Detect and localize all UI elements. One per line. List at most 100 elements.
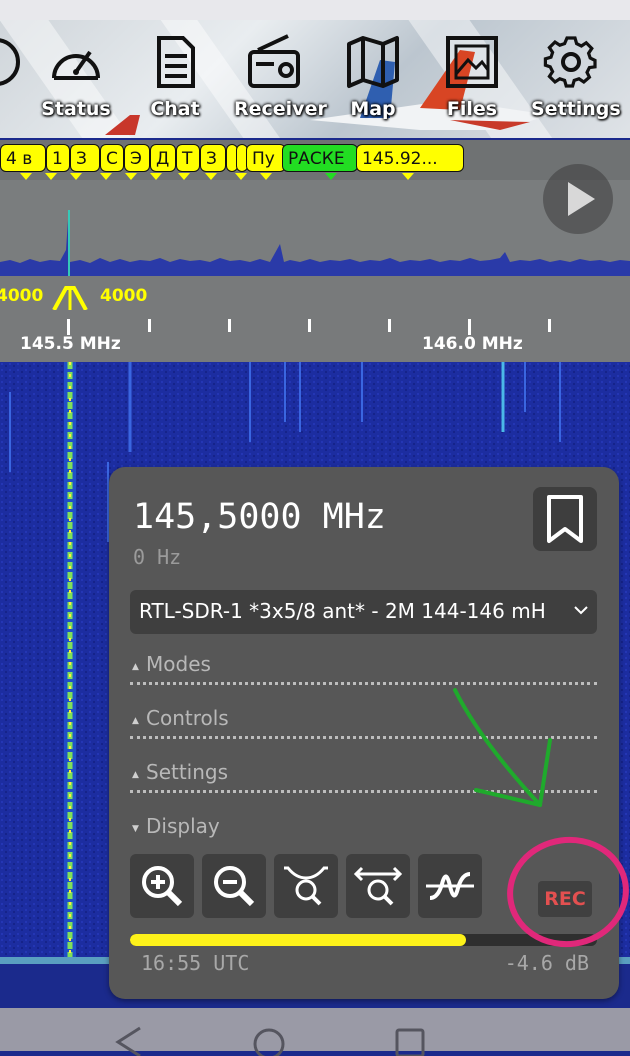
bookmark-pointer: [100, 173, 112, 180]
zoom-center-icon: [353, 866, 403, 906]
collapse-arrow-icon: ▲: [132, 770, 139, 780]
bookmark-bar: 4 в 1 З С Э Д Т З Пу РАСКЕ 145.92...: [0, 140, 630, 180]
bookmark-pointer: [235, 173, 247, 180]
sdr-profile-select[interactable]: RTL-SDR-1 *3x5/8 ant* - 2M 144-146 mH: [130, 590, 597, 634]
frequency-scale[interactable]: 4000 4000 145.5 MHz 146.0 MHz: [0, 276, 630, 362]
signal-level-fill: [130, 934, 467, 946]
receiver-control-panel: 145,5000 MHz 0 Hz RTL-SDR-1 *3x5/8 ant* …: [109, 467, 619, 999]
nav-item-label: Chat: [150, 98, 200, 120]
scale-label-right: 146.0 MHz: [422, 334, 523, 354]
back-icon[interactable]: [112, 1026, 146, 1056]
nav-item-label: Settings: [531, 98, 621, 120]
nav-item-partial[interactable]: [0, 34, 38, 134]
spectrum-toggle-button[interactable]: [418, 854, 482, 918]
nav-item-status[interactable]: Status: [36, 34, 116, 134]
radio-icon: [248, 34, 300, 88]
recents-icon[interactable]: [394, 1026, 428, 1056]
section-display[interactable]: ▼ Display: [130, 814, 597, 844]
collapse-arrow-icon: ▲: [132, 662, 139, 672]
zoom-center-button[interactable]: [346, 854, 410, 918]
bookmark-chip[interactable]: Пу: [246, 144, 286, 172]
spectrum-trace: [0, 210, 630, 276]
zoom-fit-icon: [284, 866, 328, 906]
bookmark-button[interactable]: [533, 487, 597, 551]
utc-clock: 16:55 UTC: [141, 951, 250, 975]
section-modes[interactable]: ▲ Modes: [130, 652, 597, 685]
nav-item-map[interactable]: Map: [333, 34, 413, 134]
bookmark-pointer: [205, 173, 217, 180]
scale-tick: [148, 319, 151, 332]
bookmark-icon: [547, 495, 583, 543]
nav-item-settings[interactable]: Settings: [531, 34, 621, 134]
nav-item-files[interactable]: Files: [432, 34, 512, 134]
bookmark-chip[interactable]: 1: [46, 144, 70, 172]
play-button[interactable]: [543, 164, 613, 234]
partial-icon: [0, 38, 20, 86]
bookmark-chip[interactable]: З: [200, 144, 226, 172]
signal-level-readout: -4.6 dB: [504, 951, 589, 975]
bookmark-chip[interactable]: Э: [124, 144, 150, 172]
play-icon: [568, 182, 595, 216]
nav-item-receiver[interactable]: Receiver: [234, 34, 327, 134]
offset-display: 0 Hz: [133, 545, 182, 569]
nav-item-label: Receiver: [234, 98, 327, 120]
bookmark-chip[interactable]: Д: [150, 144, 176, 172]
bandwidth-right-label: 4000: [100, 286, 148, 306]
chevron-down-icon: [574, 606, 588, 615]
bookmark-pointer: [402, 173, 414, 180]
scale-tick: [67, 319, 70, 335]
zoom-fit-button[interactable]: [274, 854, 338, 918]
image-icon: [446, 36, 498, 88]
bookmark-chip[interactable]: Т: [176, 144, 200, 172]
nav-item-label: Map: [350, 98, 396, 120]
home-icon[interactable]: [252, 1026, 286, 1056]
system-navigation-bar: [0, 1008, 630, 1056]
scale-tick: [468, 319, 471, 335]
spectrum-display[interactable]: [0, 180, 630, 276]
document-icon: [157, 36, 195, 88]
bookmark-pointer: [325, 173, 337, 180]
gear-icon: [543, 36, 597, 88]
sdr-profile-value: RTL-SDR-1 *3x5/8 ant* - 2M 144-146 mH: [139, 599, 546, 623]
zoom-out-button[interactable]: [202, 854, 266, 918]
gauge-icon: [52, 50, 100, 80]
map-icon: [347, 36, 399, 88]
record-button[interactable]: REC: [538, 881, 592, 917]
bookmark-chip[interactable]: С: [100, 144, 124, 172]
scale-tick: [388, 319, 391, 332]
bandwidth-left-label: 4000: [0, 286, 44, 306]
bookmark-chip[interactable]: З: [70, 144, 100, 172]
bookmark-pointer: [178, 173, 190, 180]
scale-label-left: 145.5 MHz: [20, 334, 121, 354]
section-label: Modes: [146, 652, 211, 676]
frequency-display[interactable]: 145,5000 MHz: [133, 497, 386, 537]
nav-item-chat[interactable]: Chat: [135, 34, 215, 134]
section-label: Display: [146, 814, 220, 838]
expand-arrow-icon: ▼: [132, 824, 139, 834]
bookmark-chip[interactable]: 145.92...: [356, 144, 464, 172]
bookmark-pointer: [20, 173, 32, 180]
nav-item-label: Status: [41, 98, 111, 120]
collapse-arrow-icon: ▲: [132, 716, 139, 726]
signal-level-meter: [130, 934, 597, 946]
bookmark-chip[interactable]: 4 в: [0, 144, 46, 172]
bookmark-chip-packet[interactable]: РАСКЕ: [282, 144, 358, 172]
bookmark-pointer: [260, 173, 272, 180]
section-label: Settings: [146, 760, 229, 784]
section-settings[interactable]: ▲ Settings: [130, 760, 597, 793]
nav-item-label: Files: [446, 98, 498, 120]
bookmark-pointer: [45, 173, 57, 180]
scale-tick: [548, 319, 551, 332]
zoom-in-icon: [142, 866, 183, 907]
bookmark-pointer: [125, 173, 137, 180]
zoom-out-icon: [214, 866, 255, 907]
bookmark-pointer: [150, 173, 162, 180]
scale-tick: [228, 319, 231, 332]
passband-marker-icon[interactable]: [50, 284, 90, 310]
bookmark-pointer: [70, 173, 82, 180]
zoom-in-button[interactable]: [130, 854, 194, 918]
top-navigation: Status Chat Receiver Map Files Settings: [0, 20, 630, 138]
scale-tick: [308, 319, 311, 332]
spectrum-toggle-icon: [426, 872, 474, 900]
section-controls[interactable]: ▲ Controls: [130, 706, 597, 739]
